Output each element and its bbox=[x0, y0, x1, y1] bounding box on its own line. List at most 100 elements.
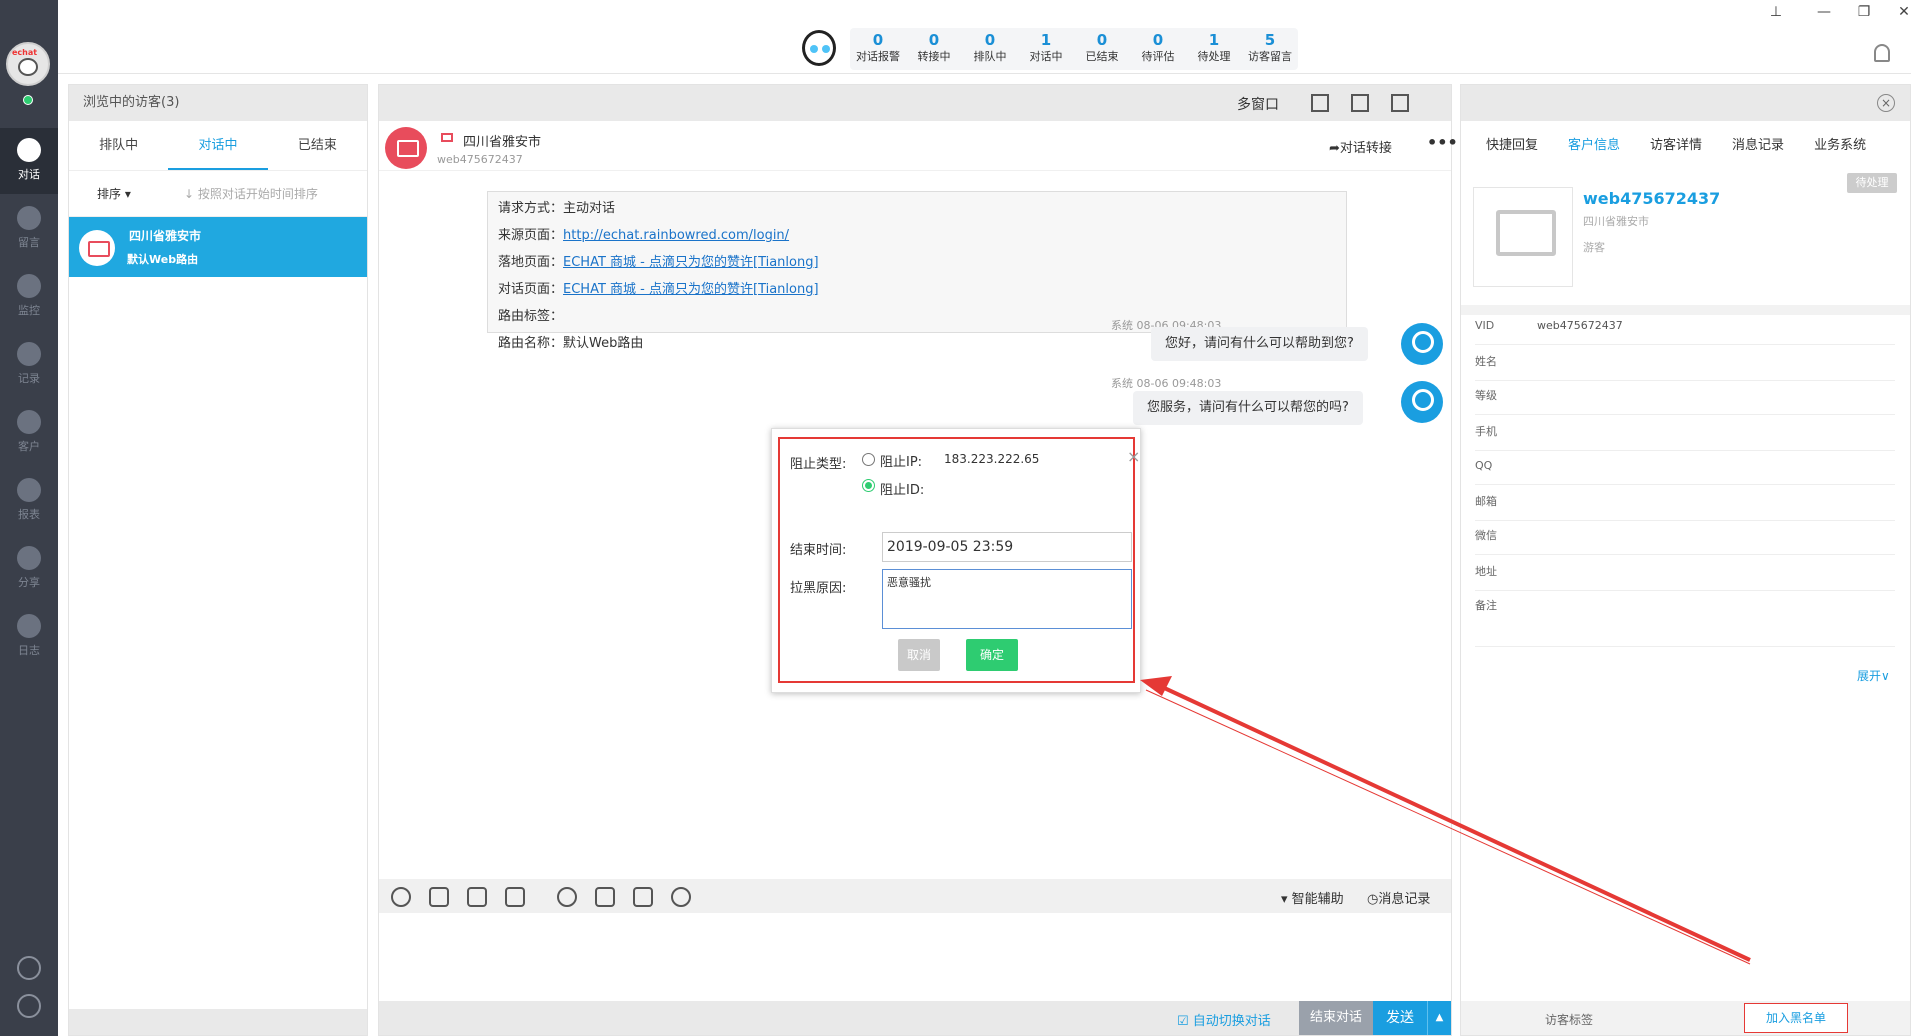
field-address[interactable]: 地址 bbox=[1475, 557, 1895, 591]
nav-messages-label: 留言 bbox=[18, 236, 40, 249]
emoji-icon[interactable] bbox=[391, 887, 411, 907]
restore-button[interactable]: ❐ bbox=[1854, 4, 1874, 20]
avatar-face-icon bbox=[18, 58, 38, 76]
landing-page-link[interactable]: ECHAT 商城 - 点滴只为您的赞许[Tianlong] bbox=[563, 255, 819, 270]
end-time-label: 结束时间: bbox=[790, 543, 847, 558]
field-wechat[interactable]: 微信 bbox=[1475, 521, 1895, 555]
right-footer: 访客标签 加入黑名单 bbox=[1461, 1001, 1910, 1035]
nav-monitor[interactable]: 监控 bbox=[0, 264, 58, 330]
close-panel-icon[interactable]: × bbox=[1877, 94, 1895, 112]
customer-type: 游客 bbox=[1583, 241, 1605, 254]
chat-page-link[interactable]: ECHAT 商城 - 点滴只为您的赞许[Tianlong] bbox=[563, 282, 819, 297]
avatar-tag: echat bbox=[12, 48, 38, 57]
minimize-button[interactable]: — bbox=[1814, 4, 1834, 20]
tab-queued[interactable]: 排队中 bbox=[69, 121, 168, 170]
link-icon[interactable] bbox=[633, 887, 653, 907]
info-value: 主动对话 bbox=[563, 201, 616, 216]
globe-icon[interactable] bbox=[671, 887, 691, 907]
send-button[interactable]: 发送 bbox=[1373, 1001, 1427, 1035]
tab-customer-info[interactable]: 客户信息 bbox=[1553, 121, 1635, 171]
message-log-button[interactable]: ◷消息记录 bbox=[1367, 888, 1430, 907]
nav-chat[interactable]: 对话 bbox=[0, 128, 58, 194]
auto-switch-checkbox[interactable]: ☑ 自动切换对话 bbox=[1177, 1010, 1271, 1029]
chat-visitor-city: 四川省雅安市 bbox=[463, 135, 542, 150]
field-label: 等级 bbox=[1475, 389, 1497, 402]
edit-icon[interactable] bbox=[595, 887, 615, 907]
info-label: 路由标签： bbox=[498, 309, 564, 324]
pin-icon[interactable]: ⊥ bbox=[1766, 4, 1786, 20]
stat-chatting[interactable]: 1 对话中 bbox=[1018, 28, 1074, 70]
nav-messages[interactable]: 留言 bbox=[0, 196, 58, 262]
bell-icon[interactable] bbox=[1874, 44, 1890, 62]
stat-value: 0 bbox=[928, 31, 940, 49]
field-phone[interactable]: 手机 bbox=[1475, 417, 1895, 451]
stats-bar: 0 对话报警 0 转接中 0 排队中 1 对话中 0 已结束 0 待评估 1 待处理 5 访客留… bbox=[850, 28, 1298, 70]
stat-ended[interactable]: 0 已结束 bbox=[1074, 28, 1130, 70]
editor-toolbar: ▾ 智能辅助 ◷消息记录 bbox=[379, 879, 1451, 913]
add-to-blacklist-button[interactable]: 加入黑名单 bbox=[1744, 1003, 1848, 1033]
expand-link[interactable]: 展开∨ bbox=[1857, 667, 1890, 684]
contact-card-icon bbox=[17, 410, 41, 434]
field-level[interactable]: 等级 bbox=[1475, 381, 1895, 415]
end-time-input[interactable] bbox=[882, 532, 1132, 562]
transfer-button[interactable]: ➦对话转接 bbox=[1329, 137, 1392, 156]
dual-window-icon[interactable] bbox=[1351, 94, 1369, 112]
agent-avatar[interactable]: echat bbox=[6, 42, 50, 86]
field-qq[interactable]: QQ bbox=[1475, 451, 1895, 485]
smart-assist-button[interactable]: ▾ 智能辅助 bbox=[1281, 888, 1344, 907]
source-page-link[interactable]: http://echat.rainbowred.com/login/ bbox=[563, 228, 789, 243]
stat-visitor-messages[interactable]: 5 访客留言 bbox=[1242, 28, 1298, 70]
sort-dropdown[interactable]: 排序 ▾ bbox=[97, 187, 131, 201]
image-icon[interactable] bbox=[429, 887, 449, 907]
info-row: 请求方式：主动对话 bbox=[498, 200, 1336, 227]
power-icon[interactable] bbox=[17, 994, 41, 1018]
field-note[interactable]: 备注 bbox=[1475, 591, 1895, 647]
scissors-icon[interactable] bbox=[505, 887, 525, 907]
info-value: 默认Web路由 bbox=[563, 336, 644, 351]
tab-visitor-details[interactable]: 访客详情 bbox=[1635, 121, 1717, 171]
visitor-list-item[interactable]: 四川省雅安市 默认Web路由 bbox=[69, 217, 367, 277]
end-chat-button[interactable]: 结束对话 bbox=[1299, 1001, 1373, 1035]
visitor-tag-button[interactable]: 访客标签 bbox=[1545, 1011, 1593, 1028]
single-window-icon[interactable] bbox=[1311, 94, 1329, 112]
block-id-radio[interactable] bbox=[862, 479, 875, 492]
clipboard-icon bbox=[17, 614, 41, 638]
field-email[interactable]: 邮箱 bbox=[1475, 487, 1895, 521]
stat-queued[interactable]: 0 排队中 bbox=[962, 28, 1018, 70]
close-icon[interactable]: × bbox=[1127, 447, 1140, 466]
nav-share[interactable]: 分享 bbox=[0, 536, 58, 602]
dialog-highlight-frame: × 阻止类型: 阻止IP: 183.223.222.65 阻止ID: 结束时间:… bbox=[778, 437, 1140, 683]
nav-logs[interactable]: 日志 bbox=[0, 604, 58, 670]
quad-window-icon[interactable] bbox=[1391, 94, 1409, 112]
nav-customers[interactable]: 客户 bbox=[0, 400, 58, 466]
tab-message-records[interactable]: 消息记录 bbox=[1717, 121, 1799, 171]
stat-pending[interactable]: 1 待处理 bbox=[1186, 28, 1242, 70]
customer-info-panel: × 快捷回复 客户信息 访客详情 消息记录 业务系统 待处理 web475672… bbox=[1460, 84, 1911, 1036]
stat-value: 5 bbox=[1264, 31, 1276, 49]
tab-ended[interactable]: 已结束 bbox=[268, 121, 367, 170]
desktop-icon bbox=[79, 230, 115, 266]
settings-gear-icon[interactable] bbox=[17, 956, 41, 980]
more-options-icon[interactable]: ••• bbox=[1427, 133, 1458, 152]
send-options-caret-icon[interactable]: ▲ bbox=[1427, 1001, 1451, 1035]
nav-records[interactable]: 记录 bbox=[0, 332, 58, 398]
nav-reports[interactable]: 报表 bbox=[0, 468, 58, 534]
stat-transferring[interactable]: 0 转接中 bbox=[906, 28, 962, 70]
tab-business-system[interactable]: 业务系统 bbox=[1799, 121, 1881, 171]
stat-alarm[interactable]: 0 对话报警 bbox=[850, 28, 906, 70]
tab-chatting[interactable]: 对话中 bbox=[168, 121, 268, 170]
heart-icon[interactable] bbox=[557, 887, 577, 907]
ip-value: 183.223.222.65 bbox=[944, 452, 1040, 466]
field-label: 备注 bbox=[1475, 599, 1497, 612]
stat-to-evaluate[interactable]: 0 待评估 bbox=[1130, 28, 1186, 70]
agent-avatar-icon bbox=[1401, 323, 1443, 365]
tab-quick-reply[interactable]: 快捷回复 bbox=[1471, 121, 1553, 171]
cancel-button[interactable]: 取消 bbox=[898, 639, 940, 671]
block-ip-radio[interactable] bbox=[862, 453, 875, 466]
folder-icon[interactable] bbox=[467, 887, 487, 907]
confirm-button[interactable]: 确定 bbox=[966, 639, 1018, 671]
close-window-button[interactable]: ✕ bbox=[1894, 4, 1911, 20]
field-name[interactable]: 姓名 bbox=[1475, 347, 1895, 381]
field-label: 邮箱 bbox=[1475, 495, 1497, 508]
reason-textarea[interactable]: 恶意骚扰 bbox=[882, 569, 1132, 629]
